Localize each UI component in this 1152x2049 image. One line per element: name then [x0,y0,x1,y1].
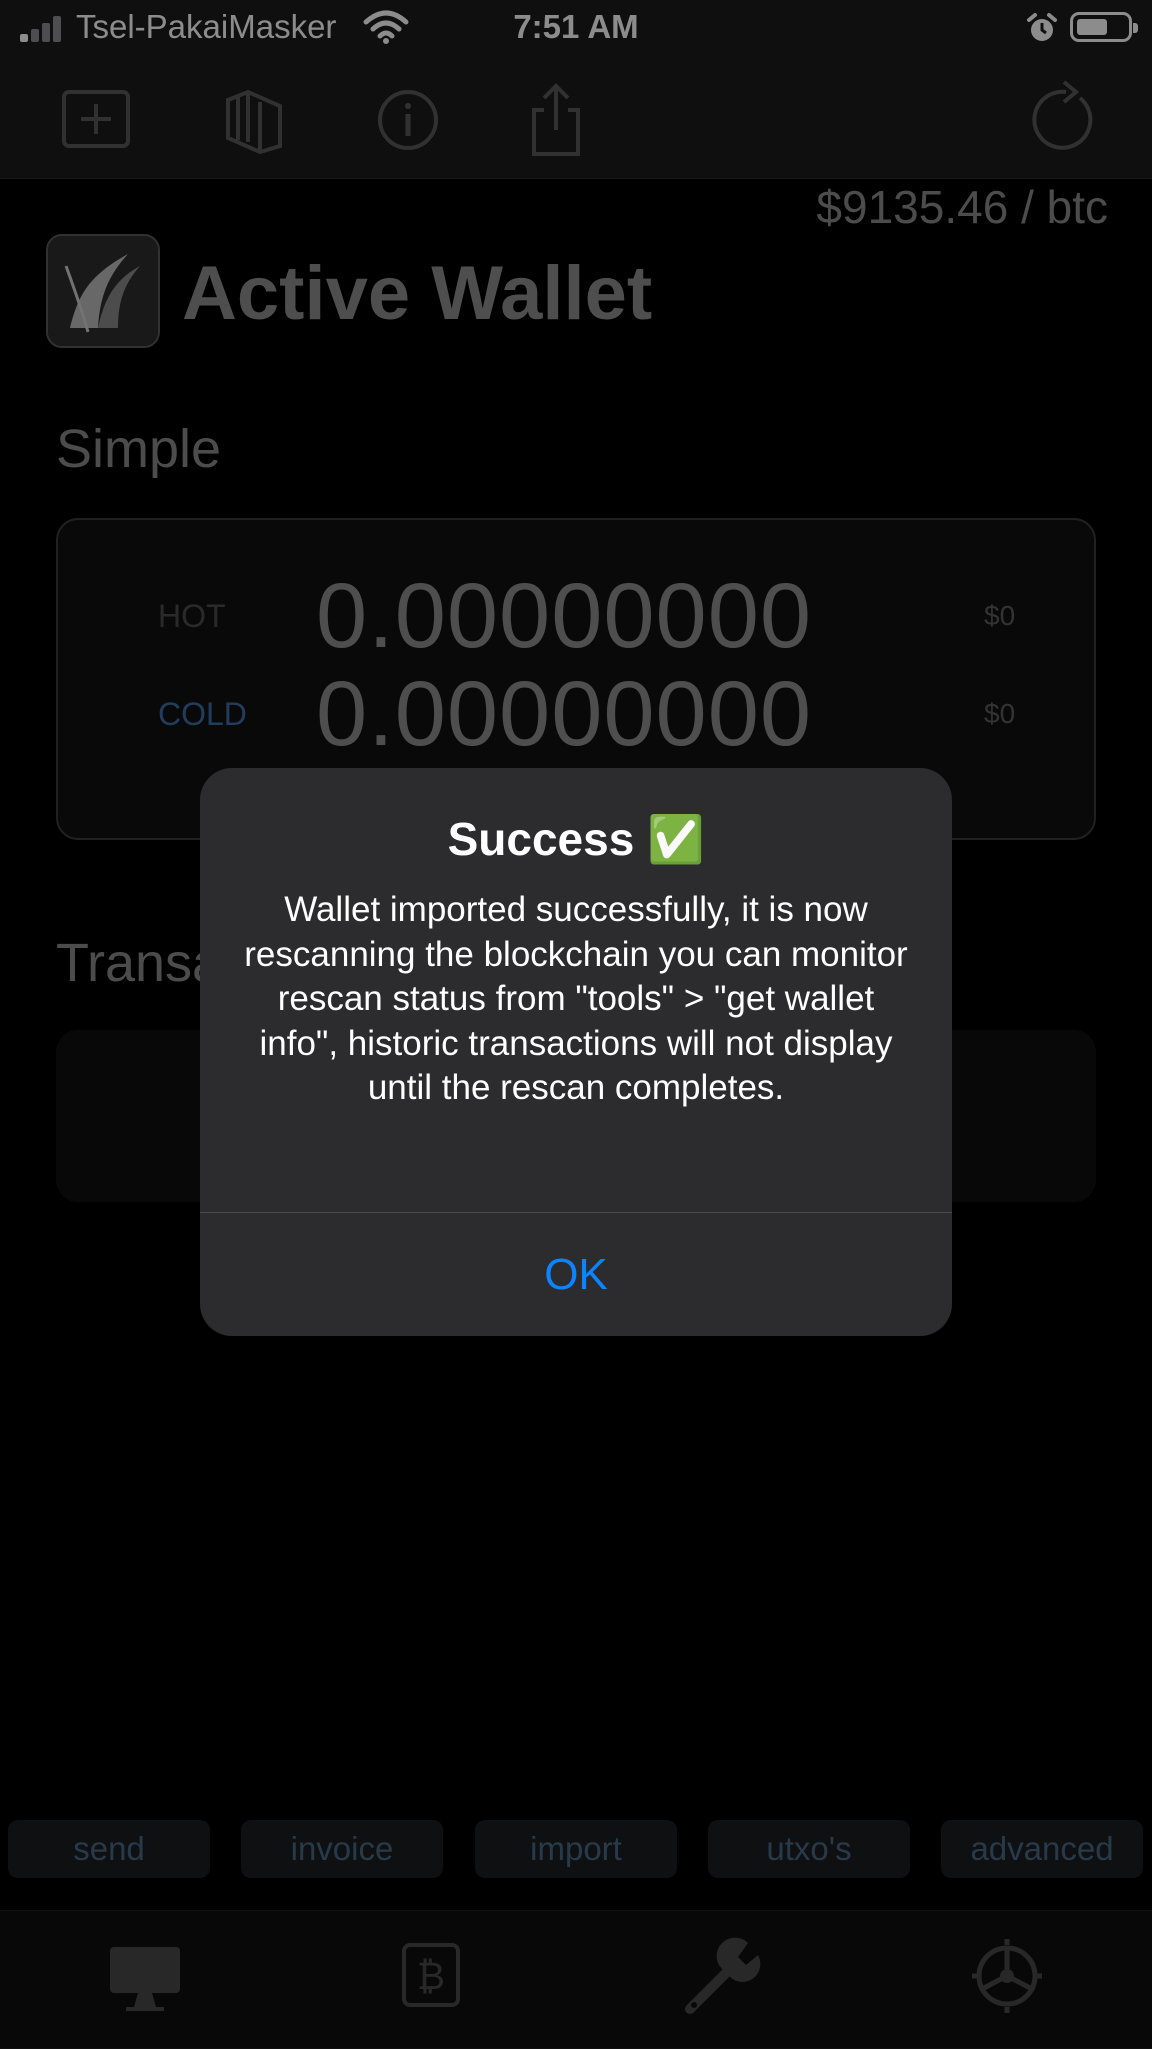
ok-button[interactable]: OK [200,1213,952,1336]
success-alert: Success ✅ Wallet imported successfully, … [200,768,952,1336]
alert-title: Success ✅ [447,813,705,865]
alert-message: Wallet imported successfully, it is now … [244,890,908,1107]
